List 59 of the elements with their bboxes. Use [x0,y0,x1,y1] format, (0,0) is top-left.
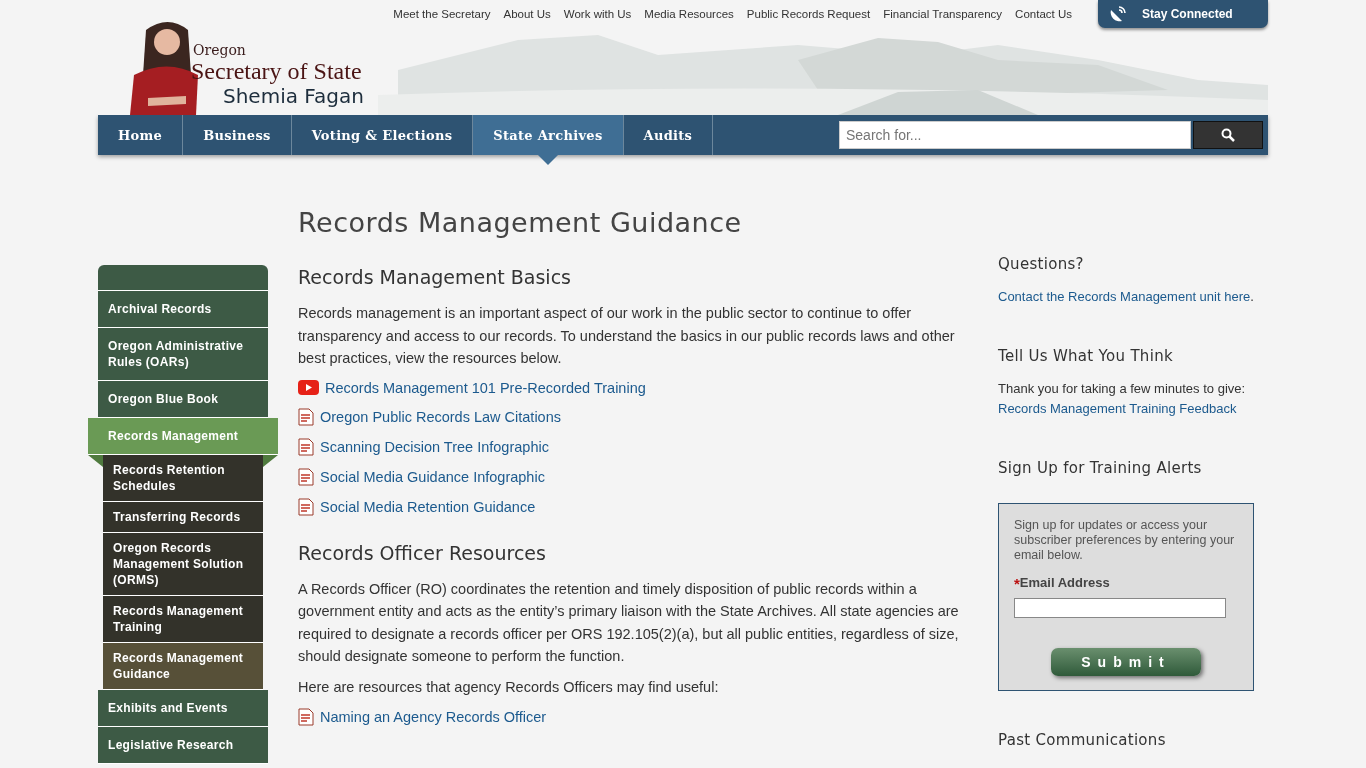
sidebar-subitem[interactable]: Records Management Guidance [103,643,263,690]
paragraph: A Records Officer (RO) coordinates the retention and timely disposition of public records within a government entity and acts as the entity’s primary liaison with the State Archives. All state agencies are required to designate a records officer per ORS 192.105(2)(a), but all public entities, regardless of size, should designate someone to perform the function. [298,579,960,666]
resource-link[interactable]: Records Management 101 Pre-Recorded Training [325,379,646,396]
top-link[interactable]: Meet the Secretary [393,8,491,20]
top-link[interactable]: Public Records Request [746,8,871,20]
document-icon [298,708,314,726]
top-link[interactable]: About Us [503,8,551,20]
nav-tab[interactable]: Home [98,115,184,155]
submit-button[interactable]: Submit [1051,648,1201,676]
resource-link[interactable]: Scanning Decision Tree Infographic [320,438,549,455]
sidebar-heading: Past Communications [998,731,1167,749]
satellite-dish-icon [1108,4,1128,24]
sidebar-item[interactable]: Exhibits and Events [98,690,268,727]
sidebar-heading: Tell Us What You Think [998,347,1174,365]
sidebar-heading: Sign Up for Training Alerts [998,459,1203,477]
top-link[interactable]: Media Resources [644,8,734,20]
document-icon [298,437,314,456]
resource-link[interactable]: Social Media Guidance Infographic [320,468,545,485]
logo-state: Oregon [193,42,247,58]
resource-link[interactable]: Naming an Agency Records Officer [320,709,547,725]
paragraph: Here are resources that agency Records Officers may find useful: [298,677,720,697]
required-mark: * [1014,575,1020,592]
document-icon [298,467,314,486]
tab-pointer [537,155,558,165]
nav-tab[interactable]: Business [183,115,292,155]
logo-name: Shemia Fagan [223,84,364,108]
video-icon [298,380,319,395]
feedback-link[interactable]: Records Management Training Feedback [998,401,1237,416]
sidebar-heading: Questions? [998,255,1085,273]
paragraph: Records management is an important aspect of our work in the public sector to continue to offer transparency and access to our records. To understand the basics in our public records laws and other best practices, view the resources below. [298,304,956,368]
sidebar-item[interactable]: Oregon Administrative Rules (OARs) [98,328,268,381]
section-heading: Records Management Basics [298,266,572,288]
logo-title: Secretary of State [191,58,363,84]
top-link[interactable]: Contact Us [1015,8,1072,20]
signup-intro: Sign up for updates or access your subscriber preferences by entering your email below. [1014,518,1236,563]
email-field[interactable] [1014,598,1226,618]
search-field[interactable]: Search for... [839,121,1191,149]
nav-tab[interactable]: Audits [623,115,714,155]
punctuation: . [1250,289,1254,304]
resource-link[interactable]: Oregon Public Records Law Citations [320,408,561,425]
sidebar-subitem[interactable]: Transferring Records [103,502,263,533]
search-icon [1221,128,1235,142]
top-link[interactable]: Work with Us [563,8,632,20]
top-link[interactable]: Financial Transparency [883,8,1003,20]
sidebar-item[interactable]: Oregon Blue Book [98,381,268,418]
sidebar-subitem[interactable]: Oregon Records Management Solution (ORMS) [103,533,263,596]
sidebar-item[interactable]: Archival Records [98,291,268,328]
sidebar-item[interactable]: Legislative Research [98,727,268,764]
document-icon [298,407,314,426]
document-icon [298,497,314,516]
feedback-text: Thank you for taking a few minutes to give: [998,380,1247,398]
resource-link[interactable]: Social Media Retention Guidance [320,498,536,515]
field-label: Email Address [1019,575,1110,592]
sidebar-subitem[interactable]: Records Management Training [103,596,263,643]
search-button[interactable] [1193,121,1263,149]
page-title: Records Management Guidance [298,207,743,238]
stay-connected-button[interactable]: Stay Connected [1098,0,1268,28]
section-heading: Records Officer Resources [298,541,547,564]
sidebar-subitem[interactable]: Records Retention Schedules [103,455,263,502]
